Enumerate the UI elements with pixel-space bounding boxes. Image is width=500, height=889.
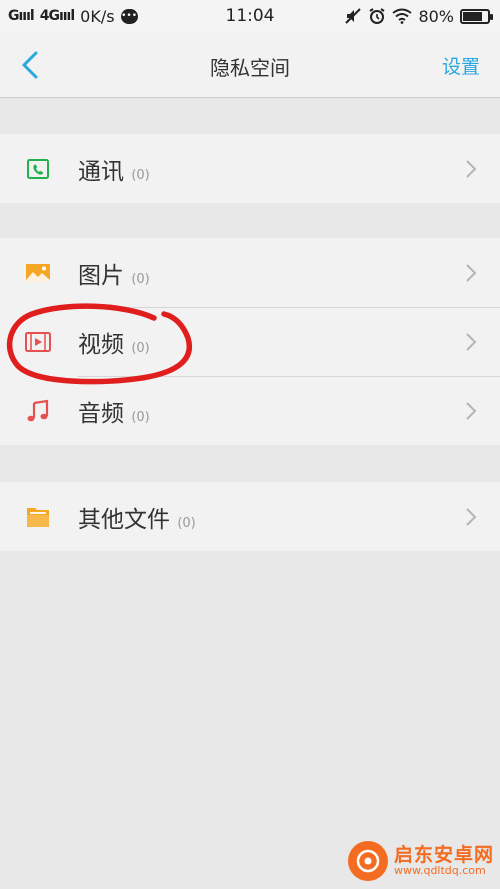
network-speed: 0K/s xyxy=(80,6,115,26)
list-item-other-files[interactable]: 其他文件 (0) xyxy=(0,482,500,551)
watermark: 启东安卓网 www.qdltdq.com xyxy=(347,841,494,881)
contacts-icon xyxy=(27,159,49,179)
battery-fill xyxy=(463,11,482,21)
chevron-right-icon xyxy=(466,508,477,526)
chevron-right-icon xyxy=(466,264,477,282)
item-name: 通讯 xyxy=(78,158,124,185)
battery-icon xyxy=(460,8,493,24)
row-label: 音频 (0) xyxy=(78,394,150,428)
watermark-name: 启东安卓网 xyxy=(393,843,494,866)
alarm-icon xyxy=(369,8,385,24)
signal-bars-icon: ıııl xyxy=(18,8,35,24)
item-name: 音频 xyxy=(78,400,124,427)
message-icon: ••• xyxy=(120,8,138,24)
watermark-logo-icon xyxy=(347,841,388,881)
item-count: (0) xyxy=(131,271,150,287)
signal-indicator-1: Gıııl xyxy=(8,8,35,24)
page-title: 隐私空间 xyxy=(210,56,290,80)
app-header: 隐私空间 设置 xyxy=(0,32,500,98)
settings-button[interactable]: 设置 xyxy=(442,52,480,79)
chevron-right-icon xyxy=(466,333,477,351)
status-left: Gıııl 4Gıııl 0K/s ••• xyxy=(8,7,138,26)
row-label: 通讯 (0) xyxy=(78,152,150,186)
chevron-right-icon xyxy=(466,402,477,420)
folder-icon xyxy=(27,508,49,527)
list-item-pictures[interactable]: 图片 (0) xyxy=(0,238,500,307)
item-name: 视频 xyxy=(78,331,124,358)
signal-bars-icon: ıııl xyxy=(58,8,75,24)
signal-indicator-2: 4Gıııl xyxy=(39,8,75,24)
watermark-url: www.qdltdq.com xyxy=(393,864,486,878)
group-media: 图片 (0) 视频 (0) 音频 (0) xyxy=(0,238,500,445)
item-count: (0) xyxy=(177,515,196,531)
chevron-right-icon xyxy=(466,160,477,178)
mute-icon xyxy=(345,8,362,24)
list-item-videos[interactable]: 视频 (0) xyxy=(0,307,500,376)
list-item-audio[interactable]: 音频 (0) xyxy=(0,376,500,445)
back-icon[interactable] xyxy=(14,47,50,83)
status-bar: Gıııl 4Gıııl 0K/s ••• 11:04 80% xyxy=(0,0,500,32)
video-icon xyxy=(25,332,51,352)
status-right: 80% xyxy=(344,6,493,26)
picture-icon xyxy=(26,264,50,282)
watermark-text: 启东安卓网 www.qdltdq.com xyxy=(393,843,494,878)
row-label: 视频 (0) xyxy=(78,325,150,359)
carrier-1-label: G xyxy=(8,8,19,24)
list-item-contacts[interactable]: 通讯 (0) xyxy=(0,134,500,203)
item-count: (0) xyxy=(131,167,150,183)
carrier-2-label: 4G xyxy=(39,8,60,24)
item-count: (0) xyxy=(131,409,150,425)
wifi-icon xyxy=(392,8,413,24)
item-name: 图片 xyxy=(78,262,124,289)
group-communication: 通讯 (0) xyxy=(0,134,500,203)
music-icon xyxy=(27,399,49,422)
item-name: 其他文件 xyxy=(78,506,170,533)
row-label: 其他文件 (0) xyxy=(78,500,196,534)
item-count: (0) xyxy=(131,340,150,356)
row-label: 图片 (0) xyxy=(78,256,150,290)
battery-percent: 80% xyxy=(418,6,454,26)
group-other: 其他文件 (0) xyxy=(0,482,500,551)
